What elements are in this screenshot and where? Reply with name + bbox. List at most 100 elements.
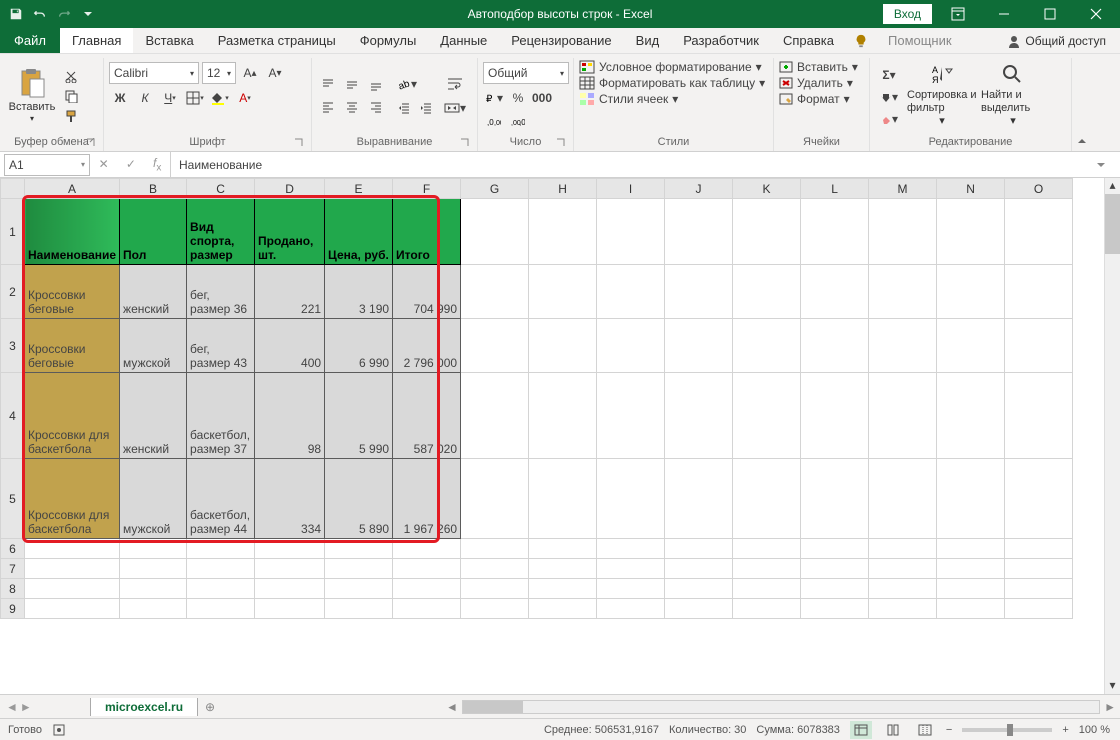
cell[interactable]: Цена, руб.: [325, 199, 393, 265]
cell[interactable]: 334: [255, 459, 325, 539]
collapse-ribbon-icon[interactable]: [1072, 58, 1092, 151]
tab-review[interactable]: Рецензирование: [499, 28, 623, 53]
zoom-out-icon[interactable]: −: [946, 724, 952, 736]
autosum-icon[interactable]: Σ ▾: [875, 65, 903, 85]
col-header[interactable]: G: [461, 179, 529, 199]
col-header[interactable]: J: [665, 179, 733, 199]
col-header[interactable]: F: [393, 179, 461, 199]
zoom-slider[interactable]: [962, 728, 1052, 732]
name-box[interactable]: A1▾: [4, 154, 90, 176]
col-header[interactable]: L: [801, 179, 869, 199]
align-bottom-icon[interactable]: [365, 75, 387, 95]
orientation-icon[interactable]: ab▾: [393, 74, 421, 94]
increase-indent-icon[interactable]: [415, 98, 437, 118]
cell[interactable]: бег, размер 36: [187, 265, 255, 319]
launcher-icon[interactable]: [460, 138, 470, 148]
row-header[interactable]: 6: [1, 539, 25, 559]
cell[interactable]: Кроссовки беговые: [25, 265, 120, 319]
zoom-in-icon[interactable]: +: [1062, 724, 1068, 736]
launcher-icon[interactable]: [294, 138, 304, 148]
shrink-font-icon[interactable]: A▾: [264, 63, 286, 83]
cell[interactable]: 221: [255, 265, 325, 319]
cell[interactable]: 2 796 000: [393, 319, 461, 373]
launcher-icon[interactable]: [556, 138, 566, 148]
new-sheet-icon[interactable]: ⊕: [198, 700, 222, 714]
col-header[interactable]: C: [187, 179, 255, 199]
sort-filter-button[interactable]: АЯ Сортировка и фильтр ▾: [907, 62, 977, 130]
cell[interactable]: 5 990: [325, 373, 393, 459]
cell[interactable]: Пол: [120, 199, 187, 265]
cell[interactable]: Вид спорта, размер: [187, 199, 255, 265]
enter-icon[interactable]: ✓: [126, 157, 136, 171]
qat-dropdown-icon[interactable]: [77, 3, 99, 25]
page-layout-icon[interactable]: [882, 721, 904, 739]
row-header[interactable]: 7: [1, 559, 25, 579]
row-header[interactable]: 4: [1, 373, 25, 459]
cut-icon[interactable]: [61, 67, 81, 85]
format-table-button[interactable]: Форматировать как таблицу ▾: [579, 76, 765, 90]
font-size-combo[interactable]: 12▾: [202, 62, 236, 84]
conditional-format-button[interactable]: Условное форматирование ▾: [579, 60, 762, 74]
fx-icon[interactable]: fx: [153, 156, 161, 173]
tab-developer[interactable]: Разработчик: [671, 28, 771, 53]
cell[interactable]: 704 990: [393, 265, 461, 319]
launcher-icon[interactable]: [86, 138, 96, 148]
underline-button[interactable]: Ч▾: [159, 88, 181, 108]
cell[interactable]: Продано, шт.: [255, 199, 325, 265]
tab-help[interactable]: Справка: [771, 28, 846, 53]
col-header[interactable]: E: [325, 179, 393, 199]
align-right-icon[interactable]: [365, 97, 387, 117]
comma-icon[interactable]: 000: [531, 88, 553, 108]
row-header[interactable]: 9: [1, 599, 25, 619]
tab-insert[interactable]: Вставка: [133, 28, 205, 53]
col-header[interactable]: I: [597, 179, 665, 199]
bold-button[interactable]: Ж: [109, 88, 131, 108]
find-select-button[interactable]: Найти и выделить ▾: [981, 62, 1045, 130]
cell[interactable]: баскетбол, размер 44: [187, 459, 255, 539]
delete-cells-button[interactable]: Удалить ▾: [779, 76, 853, 90]
cell[interactable]: Кроссовки для баскетбола: [25, 373, 120, 459]
font-color-icon[interactable]: А▾: [234, 88, 256, 108]
signin-button[interactable]: Вход: [883, 4, 932, 24]
tab-file[interactable]: Файл: [0, 28, 60, 53]
redo-icon[interactable]: [53, 3, 75, 25]
col-header[interactable]: N: [937, 179, 1005, 199]
wrap-text-icon[interactable]: [443, 74, 467, 94]
tab-home[interactable]: Главная: [60, 26, 133, 53]
row-header[interactable]: 8: [1, 579, 25, 599]
cell-styles-button[interactable]: Стили ячеек ▾: [579, 92, 678, 106]
merge-icon[interactable]: ▾: [443, 98, 467, 118]
col-header[interactable]: B: [120, 179, 187, 199]
row-header[interactable]: 3: [1, 319, 25, 373]
save-icon[interactable]: [5, 3, 27, 25]
col-header[interactable]: H: [529, 179, 597, 199]
ribbon-options-icon[interactable]: [938, 0, 978, 28]
cell[interactable]: 400: [255, 319, 325, 373]
tab-data[interactable]: Данные: [428, 28, 499, 53]
row-header[interactable]: 2: [1, 265, 25, 319]
cell[interactable]: бег, размер 43: [187, 319, 255, 373]
col-header[interactable]: O: [1005, 179, 1073, 199]
cell[interactable]: 5 890: [325, 459, 393, 539]
cell[interactable]: мужской: [120, 319, 187, 373]
decrease-decimal-icon[interactable]: ,00,0: [507, 112, 529, 132]
cancel-icon[interactable]: ✕: [99, 157, 109, 171]
align-middle-icon[interactable]: [341, 75, 363, 95]
undo-icon[interactable]: [29, 3, 51, 25]
formula-bar[interactable]: Наименование: [170, 152, 1096, 177]
font-name-combo[interactable]: Calibri▾: [109, 62, 199, 84]
row-header[interactable]: 5: [1, 459, 25, 539]
paste-button[interactable]: Вставить▾: [5, 62, 59, 130]
cell[interactable]: женский: [120, 265, 187, 319]
format-cells-button[interactable]: Формат ▾: [779, 92, 850, 106]
cell[interactable]: мужской: [120, 459, 187, 539]
page-break-icon[interactable]: [914, 721, 936, 739]
clear-icon[interactable]: ▾: [875, 109, 903, 129]
decrease-indent-icon[interactable]: [393, 98, 415, 118]
sheet-next-icon[interactable]: ►: [20, 700, 32, 714]
format-painter-icon[interactable]: [61, 107, 81, 125]
currency-icon[interactable]: ₽▾: [483, 88, 505, 108]
cell[interactable]: 6 990: [325, 319, 393, 373]
maximize-icon[interactable]: [1030, 0, 1070, 28]
cell[interactable]: [461, 199, 529, 265]
